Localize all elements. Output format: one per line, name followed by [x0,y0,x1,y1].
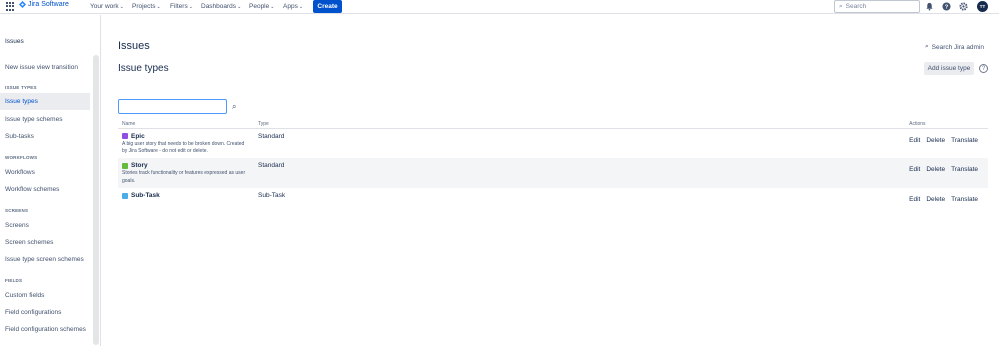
jira-logo[interactable]: Jira Software [19,1,69,8]
chevron-down-icon: ⌄ [237,4,242,10]
user-avatar[interactable]: TT [977,1,988,12]
issue-type-name: Sub-Task [122,192,250,199]
edit-link[interactable]: Edit [909,137,920,144]
column-header-type: Type [254,117,906,129]
jira-logo-icon [19,1,26,8]
sidebar-item-sub-tasks[interactable]: Sub-tasks [0,128,90,145]
issue-type-filter-input[interactable] [118,99,227,114]
translate-link[interactable]: Translate [951,196,978,203]
chevron-down-icon: ⌄ [298,4,304,10]
search-placeholder: Search [845,3,867,10]
sidebar-item-issue-types[interactable]: Issue types [0,93,90,110]
chevron-down-icon: ⌄ [156,4,161,10]
issue-types-table: Name Type Actions Epic A big user story … [118,117,988,210]
issue-type-name: Story [122,162,250,169]
nav-apps[interactable]: Apps⌄ [283,3,303,10]
edit-link[interactable]: Edit [909,166,920,173]
edit-link[interactable]: Edit [909,196,920,203]
chevron-down-icon: ⌄ [119,4,124,10]
search-icon: ⌕ [925,43,929,50]
sidebar-section-issue-types: ISSUE TYPES [5,85,37,90]
chevron-down-icon: ⌄ [188,4,193,10]
translate-link[interactable]: Translate [951,166,978,173]
sidebar-item-screen-schemes[interactable]: Screen schemes [0,234,90,251]
search-icon: ⌕ [839,2,843,10]
delete-link[interactable]: Delete [926,166,945,173]
sidebar-section-screens: SCREENS [5,208,29,213]
delete-link[interactable]: Delete [926,196,945,203]
sidebar-item-field-configurations[interactable]: Field configurations [0,304,90,321]
page-heading: Issues [118,40,150,52]
column-header-actions: Actions [905,117,988,129]
issue-type-name: Epic [122,133,250,140]
sidebar-item-screens[interactable]: Screens [0,217,90,234]
create-button[interactable]: Create [313,0,342,13]
sidebar-item-field-configuration-schemes[interactable]: Field configuration schemes [0,321,90,338]
sidebar-item-issue-type-screen-schemes[interactable]: Issue type screen schemes [0,251,90,268]
nav-your-work[interactable]: Your work⌄ [90,3,124,10]
issue-type-type: Standard [258,132,285,140]
nav-projects[interactable]: Projects⌄ [132,3,161,10]
sidebar: Issues New issue view transition ISSUE T… [0,15,101,346]
column-header-name: Name [118,117,254,129]
page-title: Issue types [118,63,169,74]
top-navigation: Jira Software Your work⌄ Projects⌄ Filte… [0,0,999,14]
sidebar-title: Issues [5,38,24,45]
nav-dashboards[interactable]: Dashboards⌄ [201,3,241,10]
row-actions: Edit Delete Translate [905,158,988,188]
main-content: Issues ⌕ Search Jira admin Issue types A… [102,15,999,346]
chevron-down-icon: ⌄ [270,4,275,10]
sidebar-item-issue-type-schemes[interactable]: Issue type schemes [0,111,90,128]
app-switcher-icon[interactable] [6,2,15,11]
nav-people[interactable]: People⌄ [249,3,274,10]
help-icon[interactable]: ? [942,2,951,11]
settings-gear-icon[interactable] [959,2,968,11]
issue-type-description: A big user story that needs to be broken… [122,140,245,155]
search-jira-admin-link[interactable]: ⌕ Search Jira admin [925,43,984,51]
subtask-icon [122,192,128,199]
row-actions: Edit Delete Translate [905,128,988,158]
notifications-bell-icon[interactable] [925,2,934,11]
story-icon [122,162,128,169]
issue-type-description: Stories track functionality or features … [122,170,246,184]
issue-type-type: Standard [254,158,906,188]
svg-text:?: ? [945,5,949,11]
logo-text: Jira Software [28,1,69,8]
sidebar-section-fields: FIELDS [5,278,23,283]
sidebar-scrollbar[interactable] [93,55,99,345]
sidebar-section-workflows: WORKFLOWS [5,155,38,160]
add-issue-type-button[interactable]: Add issue type [924,62,974,75]
row-actions: Edit Delete Translate [905,188,988,210]
search-icon[interactable]: ⌕ [232,102,236,112]
global-search-input[interactable]: ⌕ Search [834,0,920,13]
issue-type-type: Sub-Task [258,192,286,199]
delete-link[interactable]: Delete [926,137,945,144]
sidebar-item-workflows[interactable]: Workflows [0,164,90,181]
nav-filters[interactable]: Filters⌄ [170,3,193,10]
question-help-icon[interactable]: ? [979,64,988,73]
epic-icon [122,133,128,139]
sidebar-item-custom-fields[interactable]: Custom fields [0,287,90,304]
translate-link[interactable]: Translate [951,137,978,144]
table-row: Sub-Task Sub-Task Edit Delete Translate [118,188,988,210]
sidebar-item-new-issue-view-transition[interactable]: New issue view transition [0,59,90,76]
sidebar-item-workflow-schemes[interactable]: Workflow schemes [0,181,90,198]
table-row: Epic A big user story that needs to be b… [118,128,988,158]
table-row: Story Stories track functionality or fea… [118,158,988,188]
